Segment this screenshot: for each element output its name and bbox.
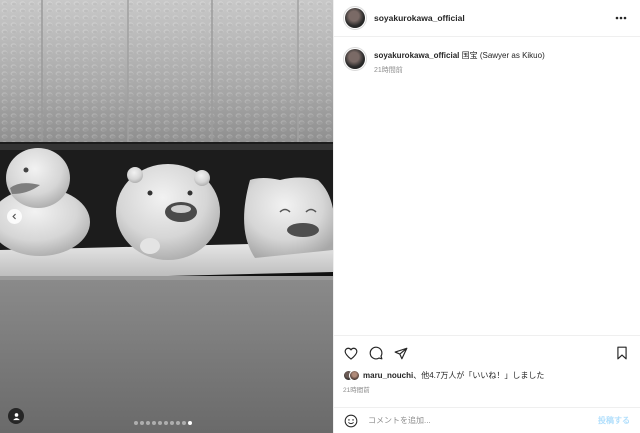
action-bar: maru_nouchi 、他4.7万人が「いいね！」しました 21時間前 [334, 335, 640, 407]
avatar[interactable] [343, 6, 367, 30]
post-media[interactable] [0, 0, 333, 433]
liker-avatar [349, 370, 360, 381]
liker-username[interactable]: maru_nouchi [363, 371, 413, 380]
post-time: 21時間前 [343, 387, 370, 394]
send-icon [394, 347, 408, 359]
carousel-dot [134, 421, 138, 425]
carousel-dot [188, 421, 192, 425]
caption-time: 21時間前 [374, 67, 403, 74]
post-photo [0, 0, 333, 433]
carousel-dot [182, 421, 186, 425]
tagged-users-button[interactable] [8, 408, 24, 424]
likes-summary[interactable]: maru_nouchi 、他4.7万人が「いいね！」しました [343, 370, 544, 381]
like-button[interactable] [343, 345, 359, 361]
caption-username[interactable]: soyakurokawa_official [374, 51, 459, 60]
carousel-dot [146, 421, 150, 425]
comment-input[interactable] [368, 416, 598, 425]
user-tag-icon [12, 412, 20, 420]
bear-toy [116, 164, 220, 260]
more-horizontal-icon [615, 16, 627, 20]
emoji-button[interactable] [343, 413, 359, 429]
smile-icon [344, 414, 358, 427]
caption-avatar[interactable] [343, 47, 367, 71]
comment-icon [369, 346, 383, 360]
header-username[interactable]: soyakurokawa_official [374, 13, 465, 23]
carousel-dot [140, 421, 144, 425]
bookmark-icon [617, 346, 627, 360]
share-button[interactable] [393, 345, 409, 361]
caption: soyakurokawa_official 国宝 (Sawyer as Kiku… [343, 47, 545, 76]
post-header: soyakurokawa_official [334, 0, 640, 37]
more-options-button[interactable] [614, 12, 628, 24]
carousel-prev-button[interactable] [7, 209, 22, 224]
comment-button[interactable] [368, 345, 384, 361]
post-details: soyakurokawa_official soyakurokawa_offic… [333, 0, 640, 433]
likes-text: 、他4.7万人が「いいね！」しました [413, 371, 545, 380]
save-button[interactable] [614, 345, 630, 361]
carousel-dot [176, 421, 180, 425]
post-comment-button[interactable]: 投稿する [598, 415, 630, 426]
carousel-dot [158, 421, 162, 425]
chevron-left-icon [12, 213, 16, 220]
carousel-indicator [134, 421, 192, 425]
carousel-dot [164, 421, 168, 425]
heart-icon [344, 347, 358, 360]
carousel-dot [152, 421, 156, 425]
carousel-dot [170, 421, 174, 425]
caption-text: 国宝 (Sawyer as Kikuo) [461, 51, 545, 60]
comment-bar: 投稿する [334, 407, 640, 433]
cat-toy [244, 177, 333, 258]
